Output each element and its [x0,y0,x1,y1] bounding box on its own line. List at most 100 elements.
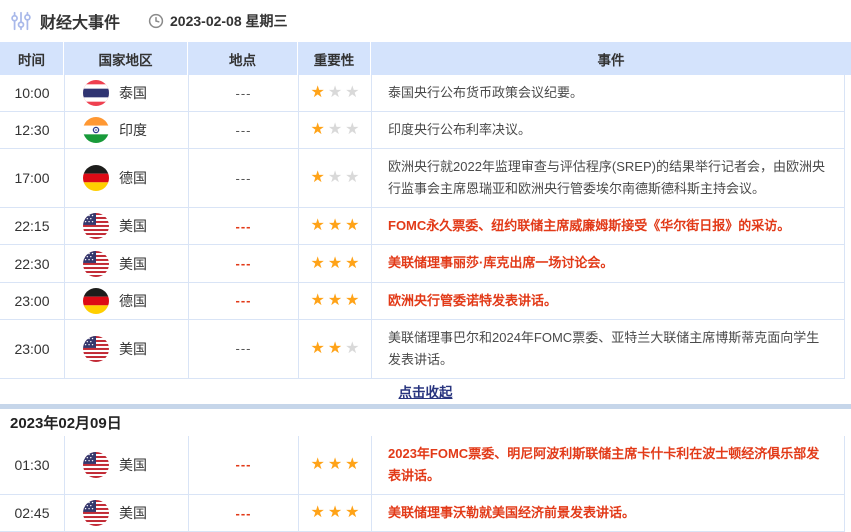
star-icon: ★ [345,505,359,521]
clock-icon [148,13,164,29]
event-country: 德国 [64,283,188,319]
flag-usa-icon [83,336,109,362]
event-country: 印度 [64,112,188,148]
star-icon: ★ [345,341,359,357]
star-icon: ★ [328,122,342,138]
country-name: 德国 [119,168,147,188]
event-time: 23:00 [0,293,64,309]
star-icon: ★ [328,341,342,357]
country-name: 德国 [119,291,147,311]
economic-calendar-page: 财经大事件 2023-02-08 星期三 时间 国家地区 地点 重要性 事件 1… [0,0,851,513]
page-title: 财经大事件 [40,9,120,33]
country-name: 印度 [119,120,147,140]
flag-usa-icon [83,452,109,478]
table-header: 时间 国家地区 地点 重要性 事件 [0,42,851,75]
event-description: 美联储理事丽莎·库克出席一场讨论会。 [371,245,844,281]
importance-stars: ★★★ [298,436,371,494]
event-location: --- [188,245,298,281]
event-row: 02:45美国---★★★美联储理事沃勒就美国经济前景发表讲话。 [0,495,845,532]
country-name: 美国 [119,455,147,475]
event-row: 10:00 泰国 ---★★★泰国央行公布货币政策会议纪要。 [0,75,845,112]
event-row: 22:30美国---★★★美联储理事丽莎·库克出席一场讨论会。 [0,245,845,282]
event-row: 01:30 美国 ---★★★2023年FOMC票委、明尼阿波利斯联储主席卡什卡利在… [0,436,845,495]
importance-stars: ★★★ [298,283,371,319]
star-icon: ★ [345,85,359,101]
event-location: --- [188,75,298,111]
event-location: --- [188,283,298,319]
country-name: 美国 [119,503,147,523]
event-country: 美国 [64,320,188,378]
event-time: 12:30 [0,122,64,138]
event-description: 美联储理事沃勒就美国经济前景发表讲话。 [371,495,844,531]
star-icon: ★ [328,505,342,521]
event-row: 17:00 德国 ---★★★欧洲央行就2022年监理审查与评估程序(SREP)的结… [0,149,845,208]
column-header-location: 地点 [188,42,298,75]
event-description: 美联储理事巴尔和2024年FOMC票委、亚特兰大联储主席博斯蒂克面向学生发表讲话… [371,320,844,378]
star-icon: ★ [310,341,324,357]
section-date-header: 2023年02月09日 [0,409,851,436]
flag-germany-icon [83,288,109,314]
flag-usa-icon [83,251,109,277]
star-icon: ★ [345,256,359,272]
star-icon: ★ [328,256,342,272]
event-description: 泰国央行公布货币政策会议纪要。 [371,75,844,111]
collapse-link[interactable]: 点击收起 [399,381,453,401]
event-country: 美国 [64,495,188,531]
sliders-icon [10,10,32,32]
star-icon: ★ [310,293,324,309]
event-time: 02:45 [0,505,64,521]
flag-india-icon [83,117,109,143]
page-header: 财经大事件 2023-02-08 星期三 [0,0,851,42]
event-location: --- [188,149,298,207]
flag-usa-icon [83,213,109,239]
importance-stars: ★★★ [298,112,371,148]
event-country: 德国 [64,149,188,207]
event-time: 01:30 [0,457,64,473]
event-description: 印度央行公布利率决议。 [371,112,844,148]
event-description: FOMC永久票委、纽约联储主席威廉姆斯接受《华尔街日报》的采访。 [371,208,844,244]
star-icon: ★ [328,293,342,309]
event-country: 美国 [64,436,188,494]
star-icon: ★ [328,218,342,234]
event-description: 欧洲央行就2022年监理审查与评估程序(SREP)的结果举行记者会，由欧洲央行监… [371,149,844,207]
star-icon: ★ [345,218,359,234]
event-location: --- [188,436,298,494]
importance-stars: ★★★ [298,149,371,207]
column-header-importance: 重要性 [298,42,371,75]
importance-stars: ★★★ [298,75,371,111]
event-country: 美国 [64,245,188,281]
event-time: 22:30 [0,256,64,272]
event-row: 23:00美国---★★★美联储理事巴尔和2024年FOMC票委、亚特兰大联储主… [0,320,845,379]
star-icon: ★ [310,170,324,186]
event-time: 17:00 [0,170,64,186]
country-name: 泰国 [119,83,147,103]
country-name: 美国 [119,216,147,236]
importance-stars: ★★★ [298,320,371,378]
event-location: --- [188,112,298,148]
star-icon: ★ [310,256,324,272]
importance-stars: ★★★ [298,208,371,244]
event-description: 2023年FOMC票委、明尼阿波利斯联储主席卡什卡利在波士顿经济俱乐部发表讲话。 [371,436,844,494]
star-icon: ★ [310,122,324,138]
event-location: --- [188,208,298,244]
star-icon: ★ [328,457,342,473]
star-icon: ★ [345,293,359,309]
event-time: 23:00 [0,341,64,357]
event-row: 12:30 印度 ---★★★印度央行公布利率决议。 [0,112,845,149]
event-location: --- [188,320,298,378]
star-icon: ★ [328,85,342,101]
country-name: 美国 [119,339,147,359]
flag-usa-icon [83,500,109,526]
events-table-body: 10:00泰国---★★★泰国央行公布货币政策会议纪要。12:30印度---★★… [0,75,851,532]
event-country: 美国 [64,208,188,244]
star-icon: ★ [310,505,324,521]
flag-thailand-icon [83,80,109,106]
country-name: 美国 [119,254,147,274]
event-time: 10:00 [0,85,64,101]
column-header-country: 国家地区 [64,42,188,75]
event-time: 22:15 [0,218,64,234]
column-header-event: 事件 [371,42,851,75]
flag-germany-icon [83,165,109,191]
importance-stars: ★★★ [298,495,371,531]
event-row: 22:15 美国 ---★★★FOMC永久票委、纽约联储主席威廉姆斯接受《华尔街日报… [0,208,845,245]
